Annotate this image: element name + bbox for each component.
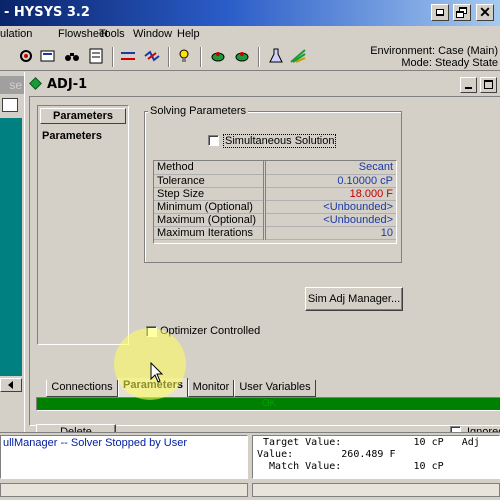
mode-label: Mode: Steady State [401, 57, 498, 69]
table-row: Step Size 18.000 F [154, 187, 396, 201]
match-value-line: Match Value: 10 cP [257, 461, 444, 472]
minimize-icon [436, 9, 444, 16]
menu-simulation[interactable]: ulation [0, 28, 32, 40]
data-book-icon[interactable] [88, 48, 104, 64]
optimizer-controlled-label[interactable]: Optimizer Controlled [160, 325, 260, 337]
adjust-window-body: Parameters Parameters Solving Parameters… [29, 96, 500, 440]
adjust-window-title: ADJ-1 [47, 77, 88, 92]
component-list-icon[interactable] [18, 48, 34, 64]
param-key: Maximum (Optional) [154, 213, 266, 227]
simultaneous-solution-label[interactable]: Simultaneous Solution [223, 134, 337, 148]
param-value-tolerance[interactable]: 0.10000 cP [264, 174, 396, 188]
param-value-step-size[interactable]: 18.000 F [264, 187, 396, 201]
tab-user-variables[interactable]: User Variables [234, 380, 316, 397]
trace-message: ullManager -- Solver Stopped by User [3, 437, 188, 449]
param-key: Tolerance [154, 174, 266, 188]
maximize-icon [484, 80, 493, 89]
param-key: Minimum (Optional) [154, 200, 266, 214]
adjust-window: ADJ-1 Parameters Parameters Solving Para… [24, 72, 500, 440]
simultaneous-solution-checkbox[interactable] [208, 135, 219, 146]
param-key: Step Size [154, 187, 266, 201]
bottom-panels: ullManager -- Solver Stopped by User Tar… [0, 432, 500, 500]
param-key: Method [154, 161, 266, 175]
param-value-maximum[interactable]: <Unbounded> [264, 213, 396, 227]
scroll-left-button[interactable] [0, 378, 22, 392]
flask-icon[interactable] [268, 48, 284, 64]
app-title: - HYSYS 3.2 [4, 5, 90, 20]
close-icon: ✕ [479, 4, 491, 20]
target-value-line: Target Value: 10 cP Adj [257, 437, 480, 448]
page-nav: Parameters Parameters [37, 105, 129, 345]
background-window-icon[interactable] [2, 98, 18, 112]
app-title-bar: - HYSYS 3.2 ✕ [0, 0, 500, 26]
arrow-left-icon [8, 381, 13, 389]
toolbar: Environment: Case (Main) Mode: Steady St… [0, 43, 500, 71]
menu-tools[interactable]: Tools [99, 28, 125, 40]
status-scrollbar[interactable] [252, 483, 500, 497]
menu-window[interactable]: Window [133, 28, 172, 40]
lightbulb-icon[interactable] [176, 48, 192, 64]
table-row: Method Secant [154, 161, 396, 175]
mouse-cursor-icon [150, 362, 164, 383]
param-key: Maximum Iterations [154, 226, 266, 240]
status-bar: OK [36, 397, 500, 411]
background-window-title: se [0, 76, 24, 94]
environment-label: Environment: Case (Main) [370, 45, 498, 57]
minimize-button[interactable] [431, 4, 449, 21]
workbook-icon[interactable] [40, 48, 56, 64]
solver-active-icon[interactable] [210, 48, 226, 64]
table-row: Tolerance 0.10000 cP [154, 174, 396, 188]
adjusted-value-line: Value: 260.489 F [257, 449, 396, 460]
param-value-minimum[interactable]: <Unbounded> [264, 200, 396, 214]
param-value-max-iterations[interactable]: 10 [264, 226, 396, 240]
child-minimize-button[interactable] [460, 77, 477, 93]
oil-icon[interactable] [290, 48, 306, 64]
child-maximize-button[interactable] [480, 77, 497, 93]
object-status-window: Target Value: 10 cP Adj Value: 260.489 F … [252, 435, 500, 479]
trace-window: ullManager -- Solver Stopped by User [0, 435, 248, 479]
table-row: Maximum Iterations 10 [154, 226, 396, 240]
close-button[interactable]: ✕ [476, 4, 494, 21]
solving-parameters-label: Solving Parameters [148, 105, 248, 117]
menu-bar: ulation Flowsheet Tools Window Help [0, 26, 500, 43]
adjust-window-title-bar: ADJ-1 [25, 74, 500, 94]
adjust-diamond-icon [29, 77, 42, 90]
binoculars-icon[interactable] [64, 48, 80, 64]
page-nav-header: Parameters [40, 108, 126, 124]
restore-button[interactable] [453, 4, 471, 21]
solver-hold-icon[interactable] [234, 48, 250, 64]
stream-icon[interactable] [144, 48, 160, 64]
environment-indicator: Environment: Case (Main) Mode: Steady St… [370, 45, 498, 69]
sim-adj-manager-button[interactable]: Sim Adj Manager... [305, 287, 403, 311]
tab-connections[interactable]: Connections [46, 380, 118, 397]
table-row: Maximum (Optional) <Unbounded> [154, 213, 396, 227]
trace-scrollbar[interactable] [0, 483, 248, 497]
menu-help[interactable]: Help [177, 28, 200, 40]
tab-monitor[interactable]: Monitor [188, 380, 234, 397]
table-row: Minimum (Optional) <Unbounded> [154, 200, 396, 214]
param-value-method[interactable]: Secant [264, 161, 396, 175]
parameters-table: Method Secant Tolerance 0.10000 cP Step Si… [154, 161, 396, 240]
page-nav-item-parameters[interactable]: Parameters [42, 130, 102, 142]
pfd-icon[interactable] [120, 48, 136, 64]
minimize-icon [465, 87, 472, 89]
background-window-canvas [0, 118, 22, 376]
